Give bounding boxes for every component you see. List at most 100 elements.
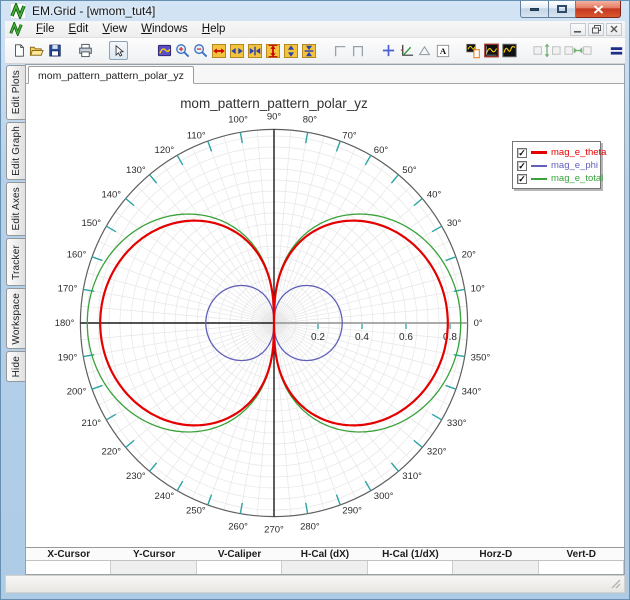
zoom-in-icon [176,44,190,58]
readout-value-horz-d [453,561,539,574]
menu-windows[interactable]: Windows [134,22,195,36]
svg-text:180°: 180° [55,318,75,329]
triangle-marker-button[interactable] [417,43,432,59]
open-file-button[interactable] [29,43,44,59]
axis-x-expand-button[interactable] [211,43,226,59]
legend-checkbox-mag-e-theta[interactable]: ✓ [517,147,527,158]
menu-help[interactable]: Help [195,22,233,36]
svg-text:340°: 340° [462,386,482,397]
svg-text:200°: 200° [67,386,87,397]
sidebar-tab-edit-axes[interactable]: Edit Axes [6,182,25,236]
svg-text:130°: 130° [126,165,146,176]
svg-text:280°: 280° [300,522,320,533]
triangle-marker-icon [418,45,431,56]
zoom-in-button[interactable] [175,43,190,59]
x-in-icon [247,43,262,58]
readout-header-x-cursor: X-Cursor [47,549,91,560]
sidebar-tab-workspace[interactable]: Workspace [6,288,25,349]
new-file-button[interactable] [11,43,26,59]
graph-style-1-button[interactable] [484,43,499,59]
mdi-close-icon [610,25,618,33]
svg-text:220°: 220° [101,446,121,457]
svg-text:170°: 170° [58,283,78,294]
resize-grip[interactable] [610,578,622,590]
axis-y-expand-button[interactable] [265,43,280,59]
legend-checkbox-mag-e-phi[interactable]: ✓ [517,160,527,171]
sidebar-tab-edit-graph[interactable]: Edit Graph [6,122,25,180]
crosshair-marker-button[interactable] [381,43,396,59]
distribute-vertical-button[interactable] [533,43,561,59]
axis-y-out-button[interactable] [283,43,298,59]
frame-box-button[interactable] [350,43,365,59]
graph-style-2-button[interactable] [502,43,517,59]
frame-corner-button[interactable] [332,43,347,59]
legend-checkbox-mag-e-total[interactable]: ✓ [517,173,527,184]
axes-marker-button[interactable] [399,43,414,59]
cursor-readout-table: X-Cursor Y-Cursor V-Caliper H-Cal (dX) H… [26,547,624,574]
svg-text:290°: 290° [342,506,362,517]
distribute-vertical-icon [533,43,561,58]
mdi-restore-icon [591,24,601,33]
svg-text:140°: 140° [101,190,121,201]
minimize-icon [530,7,539,11]
svg-text:260°: 260° [228,522,248,533]
zoom-window-button[interactable] [157,43,172,59]
select-cursor-button[interactable] [109,41,128,60]
layout-icon [610,47,623,55]
svg-text:150°: 150° [81,218,101,229]
title-bar[interactable]: EM.Grid - [wmom_tut4] [1,1,629,21]
sidebar-tab-edit-plots[interactable]: Edit Plots [6,65,25,120]
readout-value-x-cursor [26,561,112,574]
axis-x-out-button[interactable] [229,43,244,59]
graph-style-1-icon [484,43,499,58]
save-floppy-icon [48,44,61,57]
sidebar-tab-hide[interactable]: Hide [6,351,25,382]
readout-header-v-caliper: V-Caliper [217,549,262,560]
text-annotation-icon: A [436,44,449,57]
readout-header-row: X-Cursor Y-Cursor V-Caliper H-Cal (dX) H… [26,548,624,561]
copy-graph-button[interactable] [466,43,481,59]
axis-y-in-button[interactable] [301,43,316,59]
menu-edit[interactable]: Edit [62,22,96,36]
zoom-out-button[interactable] [193,43,208,59]
legend-label-mag-e-theta: mag_e_theta [551,146,607,158]
readout-header-y-cursor: Y-Cursor [133,549,176,560]
window-title: EM.Grid - [wmom_tut4] [32,4,156,18]
save-button[interactable] [47,43,62,59]
y-expand-icon [265,43,280,58]
svg-text:210°: 210° [81,418,101,429]
svg-text:120°: 120° [155,145,175,156]
legend-swatch-mag-e-total [531,177,547,180]
menu-file[interactable]: File [29,22,62,36]
svg-text:60°: 60° [374,145,389,156]
distribute-horizontal-button[interactable] [564,43,592,59]
layout-button[interactable]: Layout [610,44,625,57]
menu-view[interactable]: View [95,22,134,36]
svg-text:250°: 250° [186,506,206,517]
print-button[interactable] [78,43,93,59]
maximize-button[interactable] [549,1,576,18]
axis-x-in-button[interactable] [247,43,262,59]
svg-text:100°: 100° [228,115,248,126]
svg-text:230°: 230° [126,471,146,482]
readout-value-y-cursor [111,561,197,574]
svg-text:320°: 320° [427,446,447,457]
close-button[interactable] [576,1,621,18]
zoom-window-icon [157,44,172,57]
mdi-close-button[interactable] [606,22,622,36]
frame-box-icon [352,45,363,56]
minimize-button[interactable] [520,1,549,18]
legend-swatch-mag-e-theta [531,151,547,154]
readout-value-h-cal-dx [282,561,368,574]
cursor-arrow-icon [115,44,125,57]
menu-bar: File Edit View Windows Help [5,21,625,38]
svg-text:310°: 310° [402,471,422,482]
sidebar-tab-tracker[interactable]: Tracker [6,238,25,286]
mdi-minimize-button[interactable] [570,22,586,36]
plot-area: mom_pattern_pattern_polar_yz 0° 10° 20° 30°… [26,84,624,551]
svg-text:20°: 20° [462,250,477,261]
text-annotation-button[interactable]: A [435,43,450,59]
mdi-restore-button[interactable] [588,22,604,36]
sidebar: Edit Plots Edit Graph Edit Axes Tracker … [5,64,25,575]
document-tab[interactable]: mom_pattern_pattern_polar_yz [28,66,194,84]
